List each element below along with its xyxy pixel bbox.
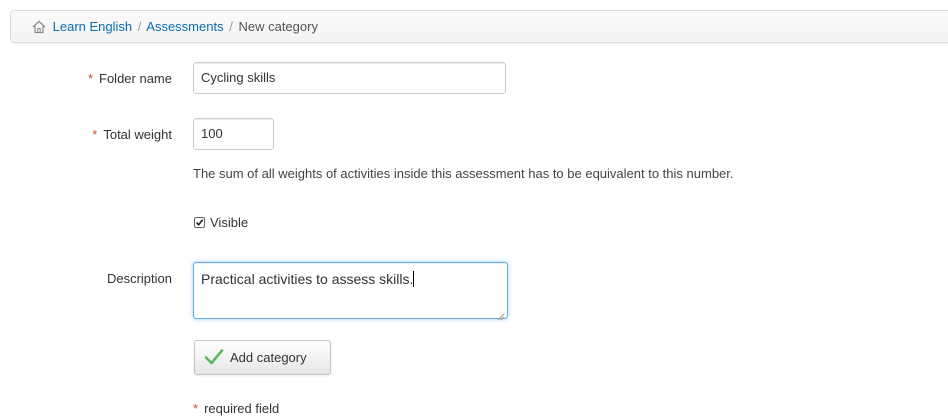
breadcrumb: Learn English / Assessments / New catego… bbox=[10, 10, 948, 43]
breadcrumb-trail: Learn English / Assessments / New catego… bbox=[32, 19, 318, 35]
home-icon[interactable] bbox=[32, 20, 46, 34]
total-weight-label-text: Total weight bbox=[103, 127, 172, 142]
total-weight-label: * Total weight bbox=[0, 127, 172, 142]
breadcrumb-separator: / bbox=[229, 19, 233, 34]
required-field-note: * required field bbox=[193, 401, 279, 416]
required-marker: * bbox=[193, 401, 199, 416]
breadcrumb-current: New category bbox=[238, 19, 318, 34]
folder-name-label: * Folder name bbox=[0, 71, 172, 86]
description-textarea[interactable]: Practical activities to assess skills. bbox=[193, 262, 508, 321]
breadcrumb-link-assessments[interactable]: Assessments bbox=[146, 19, 223, 34]
breadcrumb-link-learn-english[interactable]: Learn English bbox=[53, 19, 133, 34]
text-cursor bbox=[413, 271, 415, 287]
description-label-text: Description bbox=[106, 271, 172, 286]
breadcrumb-separator: / bbox=[137, 19, 142, 34]
visible-checkbox-row[interactable]: Visible bbox=[194, 216, 248, 230]
visible-label[interactable]: Visible bbox=[210, 215, 248, 230]
add-category-button[interactable]: Add category bbox=[194, 340, 331, 375]
add-category-label: Add category bbox=[230, 350, 307, 365]
required-marker: * bbox=[87, 71, 94, 86]
checkbox-checked-icon[interactable] bbox=[194, 217, 205, 228]
total-weight-help: The sum of all weights of activities ins… bbox=[193, 166, 734, 181]
required-marker: * bbox=[92, 127, 98, 142]
resize-handle-icon[interactable] bbox=[497, 308, 505, 321]
required-field-text: required field bbox=[204, 401, 280, 416]
folder-name-input[interactable]: Cycling skills bbox=[193, 62, 506, 94]
description-label: Description bbox=[0, 271, 172, 286]
checkmark-icon bbox=[204, 345, 224, 365]
total-weight-input[interactable]: 100 bbox=[193, 118, 274, 150]
description-text: Practical activities to assess skills. bbox=[201, 271, 414, 287]
folder-name-label-text: Folder name bbox=[99, 71, 172, 86]
